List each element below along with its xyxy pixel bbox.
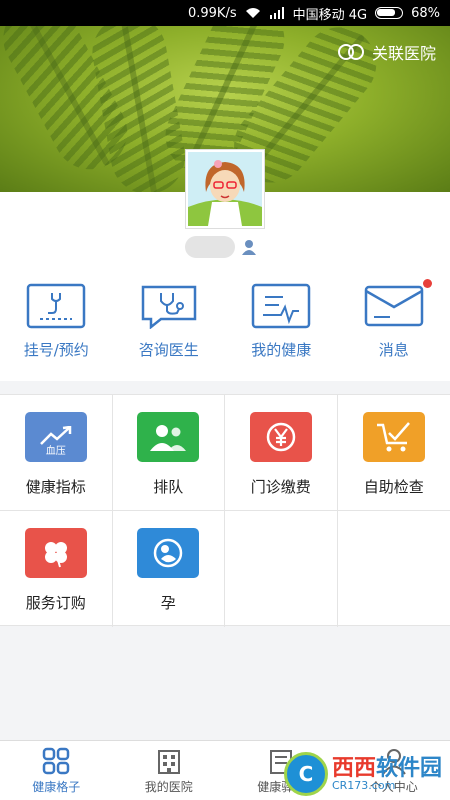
quick-action-label: 咨询医生	[138, 341, 199, 359]
wifi-icon	[245, 7, 261, 19]
service-label: 排队	[153, 478, 184, 496]
trend-chart-icon: 血压	[24, 412, 87, 462]
link-icon	[337, 44, 364, 60]
service-label: 服务订购	[25, 594, 86, 612]
quick-action-label: 我的健康	[251, 341, 312, 359]
service-pregnancy[interactable]: 孕	[113, 511, 225, 627]
service-payment[interactable]: 门诊缴费	[225, 395, 338, 511]
service-label: 孕	[160, 594, 176, 612]
people-queue-icon	[137, 412, 200, 462]
service-queue[interactable]: 排队	[112, 395, 225, 511]
tab-label: 健康格子	[32, 780, 81, 794]
tab-my-hospital[interactable]: 我的医院	[113, 741, 226, 800]
quick-action-my-health[interactable]: 我的健康	[225, 269, 338, 381]
watermark-main: 西西	[331, 755, 376, 781]
service-label: 健康指标	[25, 478, 86, 496]
signal-icon	[269, 7, 285, 19]
person-small-icon	[242, 240, 256, 255]
network-speed: 0.99K/s	[187, 5, 237, 21]
yen-coin-icon	[249, 412, 312, 462]
link-hospital-button[interactable]: 关联医院	[336, 40, 436, 64]
cart-check-icon	[362, 412, 425, 462]
grid-icon	[43, 747, 70, 775]
quick-action-label: 挂号/预约	[23, 341, 89, 359]
carrier: 中国移动 4G	[292, 7, 368, 23]
link-hospital-label: 关联医院	[371, 44, 436, 63]
service-order[interactable]: 服务订购	[0, 511, 113, 627]
quick-action-messages[interactable]: 消息	[338, 269, 450, 381]
hospital-icon	[157, 750, 180, 774]
username	[185, 236, 235, 258]
fern-decoration	[120, 26, 158, 192]
empty-cell	[338, 511, 450, 627]
site-watermark: C 西西软件园 CR173.com	[283, 752, 442, 796]
clover-icon	[24, 528, 87, 578]
watermark-logo: C	[283, 752, 328, 796]
tab-health-grid[interactable]: 健康格子	[0, 741, 113, 800]
baby-icon	[137, 528, 200, 578]
service-label: 自助检查	[363, 478, 424, 496]
services-grid: 血压 健康指标 排队 门诊缴费 自助检查 服务订购 孕	[0, 394, 450, 627]
battery-icon	[375, 7, 404, 19]
watermark-text: 西西软件园 CR173.com	[332, 757, 442, 792]
watermark-url: CR173.com	[331, 778, 396, 792]
watermark-soft: 软件园	[375, 755, 442, 781]
service-label: 门诊缴费	[250, 478, 311, 496]
registration-icon	[27, 283, 86, 329]
avatar[interactable]	[186, 150, 264, 228]
quick-action-label: 消息	[378, 341, 409, 359]
quick-action-consult[interactable]: 咨询医生	[113, 269, 226, 381]
battery-level: 68%	[411, 5, 440, 21]
stethoscope-chat-icon	[141, 285, 196, 329]
service-health-index[interactable]: 血压 健康指标	[0, 395, 113, 511]
envelope-icon	[364, 285, 423, 327]
quick-action-registration[interactable]: 挂号/预约	[0, 269, 113, 381]
quick-actions: 挂号/预约 咨询医生 我的健康 消息	[0, 269, 450, 381]
health-card-icon	[252, 283, 311, 329]
bottom-tab-bar: 健康格子 我的医院 健康驿站 个人中心 C 西西软件园 CR173.com	[0, 740, 450, 800]
tile-subtext: 血压	[45, 446, 66, 457]
notification-badge	[423, 279, 432, 288]
username-row	[185, 236, 257, 258]
status-bar: 0.99K/s 中国移动 4G 68%	[0, 0, 450, 26]
tab-label: 我的医院	[144, 780, 193, 794]
empty-cell	[225, 511, 338, 627]
service-self-check[interactable]: 自助检查	[337, 395, 450, 511]
